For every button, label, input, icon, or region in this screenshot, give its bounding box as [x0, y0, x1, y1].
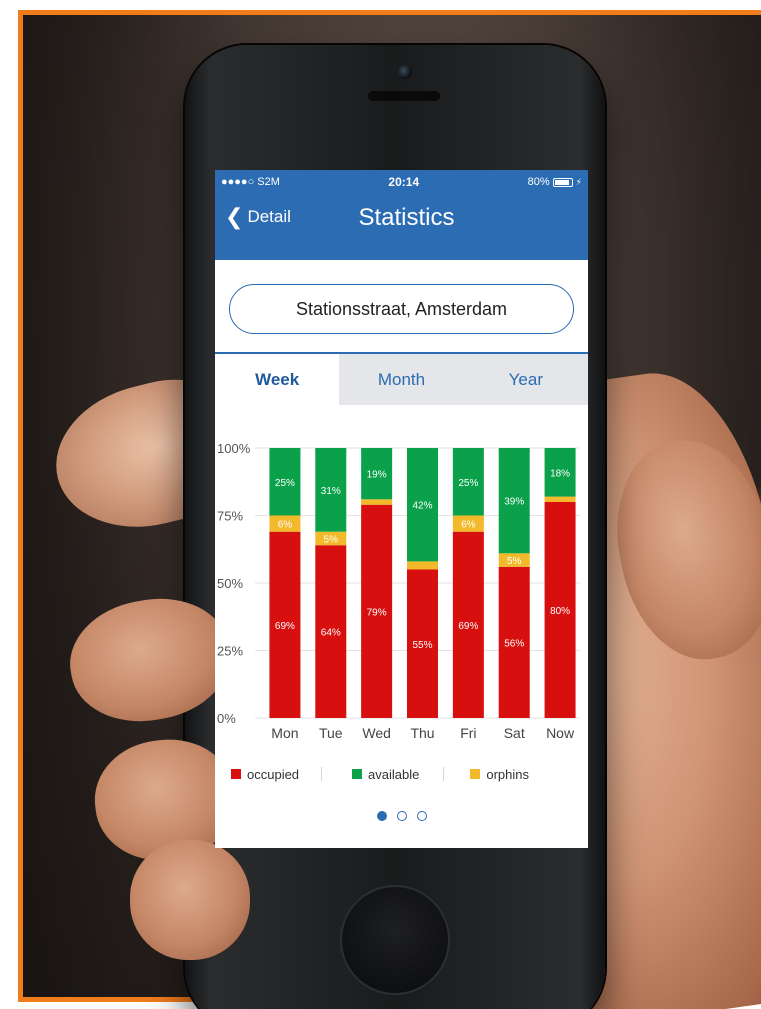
data-label: 79%: [367, 607, 387, 618]
tab-label: Month: [377, 369, 426, 389]
nav-bar: ❮ Detail Statistics: [215, 194, 588, 260]
stacked-bar-chart: 0% 25% 50% 75% 100% 69% 6% 25% Mon 64% 5% 31% Tue 79%…: [217, 441, 580, 741]
page-dot[interactable]: [396, 811, 407, 821]
bar-top-cap: [361, 448, 393, 454]
data-label: 5%: [324, 534, 339, 545]
x-tick-label: Now: [546, 725, 575, 741]
data-label: 69%: [458, 621, 478, 632]
tab-month[interactable]: Month: [339, 354, 464, 405]
bar-top-cap: [452, 448, 484, 454]
page-title: Statistics: [358, 204, 455, 231]
speaker-grille: [368, 91, 440, 101]
bar-segment-orphins: [407, 561, 438, 570]
x-tick-label: Mon: [271, 725, 298, 741]
legend-divider: [321, 767, 323, 781]
charging-icon: ⚡: [575, 176, 582, 187]
status-bar: ●●●●○ S2M 20:14 80% ⚡: [215, 170, 588, 194]
tab-label: Week: [255, 369, 300, 389]
bar-top-cap: [498, 448, 530, 454]
data-label: 42%: [412, 501, 432, 512]
x-tick-label: Wed: [362, 725, 391, 741]
tab-label: Year: [508, 369, 543, 389]
x-tick-label: Fri: [460, 725, 476, 741]
battery-icon: [552, 177, 573, 187]
legend-label: available: [368, 766, 420, 782]
legend-swatch: [470, 769, 481, 779]
y-tick-label: 100%: [217, 441, 251, 456]
data-label: 55%: [412, 640, 432, 651]
data-label: 39%: [504, 497, 524, 508]
data-label: 6%: [278, 520, 293, 531]
home-button[interactable]: [340, 885, 450, 995]
location-label: Stationsstraat, Amsterdam: [295, 298, 508, 319]
chart-legend: occupied available orphins: [215, 762, 588, 786]
carrier-indicator: ●●●●○ S2M: [221, 176, 280, 188]
y-tick-label: 25%: [217, 644, 243, 659]
carrier-label: ●●●●○ S2M: [221, 176, 280, 188]
legend-swatch: [231, 769, 241, 779]
occupancy-chart: 0% 25% 50% 75% 100% 69% 6% 25% Mon 64% 5% 31% Tue 79%…: [215, 432, 588, 752]
legend-label: orphins: [486, 766, 530, 782]
data-label: 64%: [321, 628, 341, 639]
hand-finger: [130, 840, 250, 960]
legend-swatch: [352, 769, 363, 779]
y-tick-label: 75%: [217, 509, 243, 524]
bar-top-cap: [315, 448, 347, 454]
data-label: 80%: [550, 606, 570, 617]
data-label: 6%: [461, 520, 476, 531]
data-label: 18%: [550, 468, 570, 479]
legend-label: occupied: [247, 766, 300, 782]
data-label: 25%: [458, 478, 478, 489]
bar-top-cap: [544, 448, 576, 454]
legend-item-available: available: [352, 767, 419, 782]
x-tick-label: Sat: [504, 725, 525, 741]
tab-year[interactable]: Year: [463, 354, 588, 405]
data-label: 56%: [504, 638, 524, 649]
data-label: 31%: [321, 486, 341, 497]
data-label: 19%: [367, 470, 387, 481]
legend-item-orphins: orphins: [470, 767, 529, 782]
bar-segment-orphins: [361, 499, 393, 505]
status-time: 20:14: [388, 175, 420, 189]
x-tick-label: Thu: [410, 725, 434, 741]
tab-week[interactable]: Week: [215, 354, 340, 405]
data-label: 69%: [275, 621, 295, 632]
phone-screen: ●●●●○ S2M 20:14 80% ⚡ ❮ Detail Statistic…: [215, 170, 588, 848]
bar-top-cap: [269, 448, 301, 454]
location-selector[interactable]: Stationsstraat, Amsterdam: [229, 284, 574, 334]
page-dot[interactable]: [416, 811, 427, 821]
data-label: 5%: [507, 556, 522, 567]
battery-indicator: 80% ⚡: [528, 176, 582, 188]
page-dot[interactable]: [376, 811, 387, 821]
period-tabs: Week Month Year: [215, 352, 588, 405]
page-indicator: [215, 811, 588, 821]
camera-icon: [398, 65, 412, 79]
legend-divider: [443, 767, 445, 781]
y-tick-label: 50%: [217, 576, 243, 591]
data-label: 25%: [275, 478, 295, 489]
legend-item-occupied: occupied: [231, 767, 299, 782]
y-tick-label: 0%: [217, 711, 236, 726]
bar-segment-orphins: [544, 496, 576, 502]
battery-percent: 80%: [527, 176, 550, 188]
bar-top-cap: [407, 448, 438, 454]
x-tick-label: Tue: [319, 725, 343, 741]
